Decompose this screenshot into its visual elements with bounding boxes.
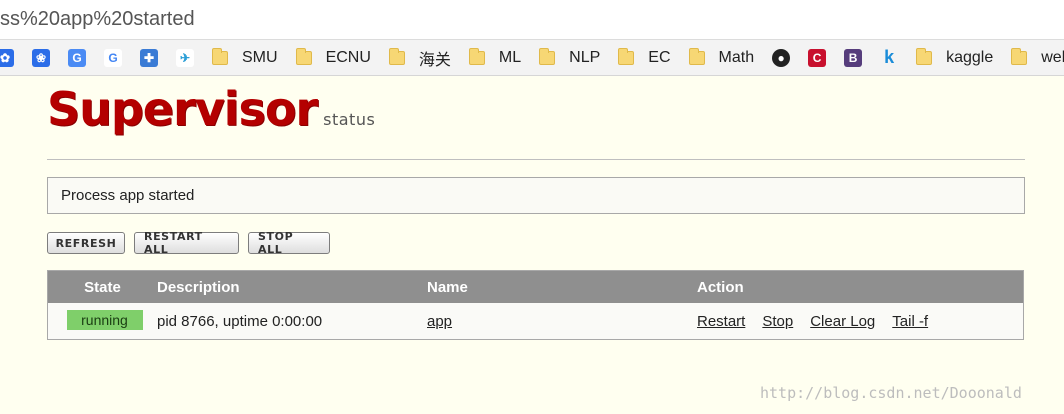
folder-icon xyxy=(539,47,556,65)
table-header: State Description Name Action xyxy=(48,271,1023,303)
bookmarks-bar: ✿ ❀ G G ✚ ✈ SMU ECNU 海关 ML NLP EC Math ●… xyxy=(0,40,1064,76)
url-text[interactable]: ss%20app%20started xyxy=(0,8,195,31)
plane-icon[interactable]: ✈ xyxy=(176,48,194,67)
folder-icon xyxy=(388,47,405,65)
tail-f-link[interactable]: Tail -f xyxy=(892,313,928,330)
baidu-paw-icon[interactable]: ❀ xyxy=(32,48,50,67)
folder-icon xyxy=(212,47,228,65)
stop-link[interactable]: Stop xyxy=(762,313,793,330)
bookmark-folder-kaggle[interactable]: kaggle xyxy=(916,47,993,67)
stop-all-button[interactable]: STOP ALL xyxy=(248,230,330,256)
puzzle-icon[interactable]: ✚ xyxy=(140,48,158,67)
bookmark-folder-smu[interactable]: SMU xyxy=(212,47,278,67)
folder-icon xyxy=(468,47,485,65)
translate-icon[interactable]: G xyxy=(68,48,86,67)
process-table: State Description Name Action running pi… xyxy=(47,270,1024,340)
bookmark-folder-math[interactable]: Math xyxy=(688,47,754,67)
table-row: running pid 8766, uptime 0:00:00 app Res… xyxy=(48,303,1023,339)
folder-icon xyxy=(295,47,312,65)
watermark: http://blog.csdn.net/Dooonald xyxy=(760,384,1022,402)
bootstrap-icon[interactable]: B xyxy=(844,48,863,67)
k-icon[interactable]: k xyxy=(880,47,898,67)
global-actions: REFRESH RESTART ALL STOP ALL xyxy=(47,230,339,256)
header-name: Name xyxy=(427,278,468,296)
restart-link[interactable]: Restart xyxy=(697,313,745,330)
baidu-icon[interactable]: ✿ xyxy=(0,48,14,67)
logo-main-text: Supervisor xyxy=(47,82,318,136)
bookmark-folder-nlp[interactable]: NLP xyxy=(539,47,600,67)
bookmark-folder-ec[interactable]: EC xyxy=(618,47,671,67)
process-name-link[interactable]: app xyxy=(427,313,452,330)
supervisor-logo: Supervisor status xyxy=(47,86,375,132)
folder-icon xyxy=(1011,47,1028,65)
status-badge: running xyxy=(66,310,143,330)
clear-log-link[interactable]: Clear Log xyxy=(810,313,875,330)
process-description: pid 8766, uptime 0:00:00 xyxy=(157,312,323,330)
google-icon[interactable]: G xyxy=(104,48,122,67)
url-bar[interactable]: ss%20app%20started xyxy=(0,0,1064,40)
header-state: State xyxy=(84,278,121,296)
header-action: Action xyxy=(697,278,744,296)
action-links: Restart Stop Clear Log Tail -f xyxy=(697,313,1023,330)
bookmark-folder-haiguan[interactable]: 海关 xyxy=(388,46,451,70)
header-divider xyxy=(47,159,1025,160)
logo-sub-text: status xyxy=(323,110,376,129)
bookmark-folder-ml[interactable]: ML xyxy=(468,47,521,67)
status-message: Process app started xyxy=(47,177,1025,214)
folder-icon xyxy=(688,47,705,65)
github-icon[interactable]: ● xyxy=(772,48,791,67)
header-description: Description xyxy=(157,278,240,296)
bookmark-folder-web[interactable]: web xyxy=(1011,47,1064,67)
restart-all-button[interactable]: RESTART ALL xyxy=(134,230,239,256)
folder-icon xyxy=(618,47,635,65)
csdn-icon[interactable]: C xyxy=(808,48,827,67)
refresh-button[interactable]: REFRESH xyxy=(47,232,125,254)
bookmark-folder-ecnu[interactable]: ECNU xyxy=(295,47,371,67)
folder-icon xyxy=(916,47,933,65)
